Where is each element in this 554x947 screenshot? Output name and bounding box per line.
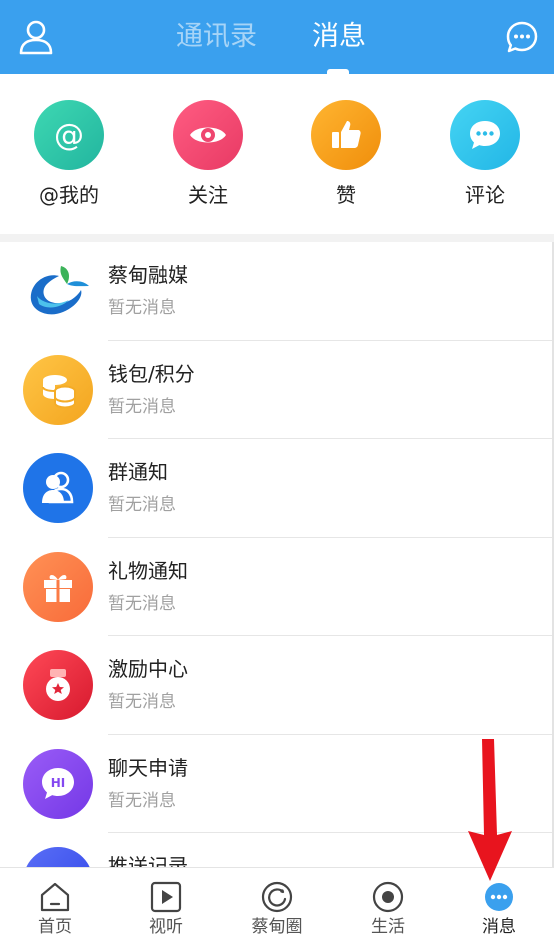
thumbs-up-icon [311, 100, 381, 170]
list-item-subtitle: 暂无消息 [108, 495, 176, 515]
message-dots-icon [485, 883, 513, 911]
nav-video[interactable]: 视听 [111, 868, 221, 947]
tab-contacts[interactable]: 通讯录 [176, 20, 257, 54]
quick-action-label: 赞 [336, 183, 356, 207]
nav-label: 消息 [482, 917, 516, 937]
list-item-subtitle: 暂无消息 [108, 692, 176, 712]
disc-icon [372, 881, 404, 913]
nav-life[interactable]: 生活 [333, 868, 443, 947]
list-item-chat-request[interactable]: HI 聊天申请 暂无消息 [0, 735, 554, 833]
nav-messages[interactable]: 消息 [444, 868, 554, 947]
list-item-subtitle: 暂无消息 [108, 593, 176, 614]
svg-text:HI: HI [51, 776, 66, 790]
list-item-group-notice[interactable]: 群通知 暂无消息 [0, 439, 554, 538]
top-bar: 通讯录 消息 [0, 0, 554, 74]
quick-action-comment[interactable]: 评论 [430, 100, 540, 208]
quick-action-label: 关注 [188, 183, 228, 207]
quick-action-label: 评论 [465, 183, 505, 207]
svg-text:@: @ [54, 118, 84, 153]
list-item-gift-notice[interactable]: 礼物通知 暂无消息 [0, 538, 554, 636]
home-icon [40, 882, 70, 912]
quick-action-like[interactable]: 赞 [291, 100, 401, 208]
list-item-title: 礼物通知 [108, 558, 188, 583]
at-icon: @ [34, 100, 104, 170]
medal-icon [23, 650, 93, 720]
gift-icon [23, 551, 93, 622]
caidian-logo-icon [23, 256, 93, 326]
list-item-subtitle: 暂无消息 [108, 790, 176, 811]
nav-label: 生活 [371, 917, 405, 937]
list-item-wallet[interactable]: 钱包/积分 暂无消息 [0, 341, 554, 439]
list-item-caidian-media[interactable]: 蔡甸融媒 暂无消息 [0, 242, 554, 341]
nav-label: 视听 [149, 917, 183, 937]
quick-action-label: @我的 [39, 183, 99, 207]
nav-label: 首页 [38, 917, 72, 937]
list-item-subtitle: 暂无消息 [108, 298, 176, 318]
quick-actions: @ @我的 关注 赞 评论 [0, 74, 554, 234]
list-item-title: 推送记录 [108, 854, 188, 867]
circle-icon [261, 881, 293, 913]
push-icon [23, 847, 93, 867]
hi-chat-icon: HI [23, 748, 93, 819]
list-item-title: 激励中心 [108, 657, 188, 681]
coins-icon [23, 354, 93, 425]
list-item-title: 钱包/积分 [108, 361, 195, 386]
list-item-incentive-center[interactable]: 激励中心 暂无消息 [0, 636, 554, 735]
quick-action-follow[interactable]: 关注 [153, 100, 263, 208]
play-icon [150, 881, 182, 913]
section-gap [0, 234, 554, 242]
list-item-title: 聊天申请 [108, 755, 188, 780]
list-item-title: 蔡甸融媒 [108, 263, 188, 287]
bottom-nav: 首页 视听 蔡甸圈 生活 消息 [0, 867, 554, 947]
quick-action-mentions[interactable]: @ @我的 [14, 100, 124, 208]
nav-caidian-circle[interactable]: 蔡甸圈 [222, 868, 332, 947]
eye-icon [173, 100, 243, 170]
message-list: 蔡甸融媒 暂无消息 钱包/积分 暂无消息 群通知 暂无消息 礼物通知 暂无消息 … [0, 242, 554, 867]
nav-home[interactable]: 首页 [0, 868, 110, 947]
chat-bubble-icon[interactable] [505, 20, 539, 54]
group-icon [23, 453, 93, 523]
list-item-subtitle: 暂无消息 [108, 396, 176, 417]
comment-icon [450, 100, 520, 170]
tab-messages[interactable]: 消息 [312, 20, 366, 54]
list-item-title: 群通知 [108, 460, 168, 484]
list-item-push-records[interactable]: 推送记录 [0, 833, 554, 867]
nav-label: 蔡甸圈 [251, 917, 303, 937]
